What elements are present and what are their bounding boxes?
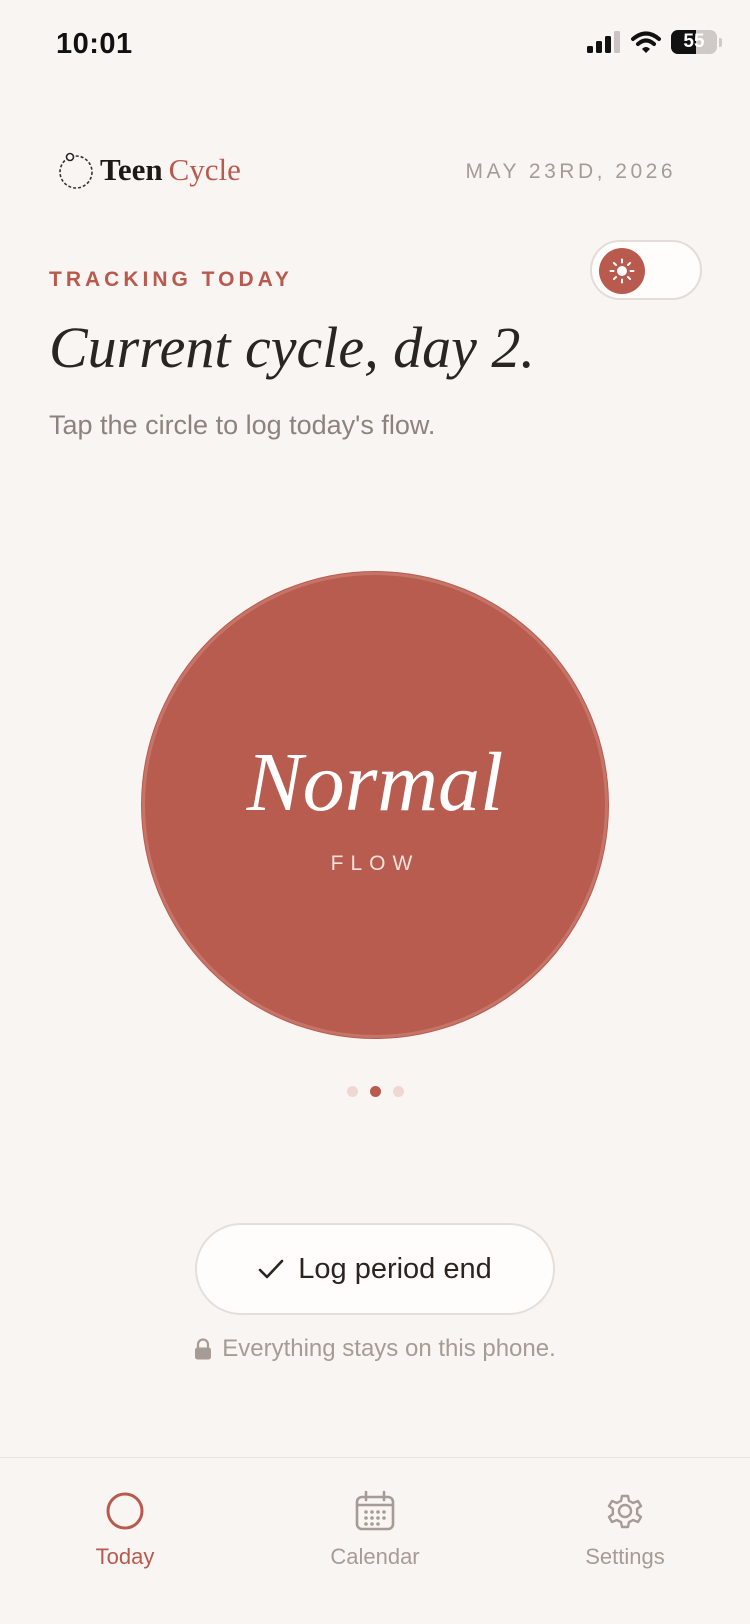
pager-dot[interactable] bbox=[392, 1086, 404, 1097]
flow-level: Normal bbox=[246, 736, 504, 829]
page-title: Current cycle, day 2. bbox=[49, 315, 535, 380]
wifi-icon bbox=[631, 31, 661, 53]
tab-calendar[interactable]: Calendar bbox=[295, 1488, 455, 1570]
flow-label: FLOW bbox=[330, 852, 420, 875]
log-period-end-button[interactable]: Log period end bbox=[195, 1223, 555, 1315]
status-bar: 10:01 55 bbox=[0, 0, 750, 92]
pager-dot-active[interactable] bbox=[369, 1086, 381, 1097]
battery-icon: 55 bbox=[671, 30, 717, 54]
theme-toggle[interactable] bbox=[590, 240, 702, 300]
signal-icon bbox=[587, 31, 620, 53]
brand-name-primary: Teen bbox=[100, 152, 163, 187]
brand-logo: Teen Cycle bbox=[56, 150, 241, 190]
pager-dot[interactable] bbox=[346, 1086, 358, 1097]
flow-pager-dots bbox=[0, 1086, 750, 1097]
checkmark-icon bbox=[258, 1259, 284, 1279]
status-icons: 55 bbox=[587, 30, 722, 54]
log-period-end-label: Log period end bbox=[298, 1252, 492, 1285]
app-header: Teen Cycle MAY 23RD, 2026 bbox=[56, 150, 676, 194]
tab-today[interactable]: Today bbox=[45, 1488, 205, 1570]
privacy-note-text: Everything stays on this phone. bbox=[222, 1335, 556, 1362]
gear-icon bbox=[607, 1494, 643, 1529]
toggle-knob bbox=[599, 248, 645, 294]
status-time: 10:01 bbox=[56, 28, 133, 60]
circle-icon bbox=[106, 1492, 144, 1530]
lock-icon bbox=[195, 1338, 212, 1360]
sun-icon bbox=[609, 258, 635, 284]
calendar-icon bbox=[355, 1490, 395, 1531]
tab-label: Settings bbox=[585, 1544, 665, 1569]
tracking-label: TRACKING TODAY bbox=[49, 268, 293, 291]
privacy-note: Everything stays on this phone. bbox=[0, 1335, 750, 1363]
battery-level: 55 bbox=[683, 31, 705, 52]
flow-selector-circle[interactable]: Normal FLOW bbox=[142, 572, 608, 1038]
cycle-logo-icon bbox=[59, 152, 93, 189]
tab-bar: Today Calendar Settings bbox=[0, 1457, 750, 1624]
tab-label: Calendar bbox=[330, 1544, 420, 1569]
page-subtitle: Tap the circle to log today's flow. bbox=[49, 410, 436, 440]
brand-name-secondary: Cycle bbox=[168, 152, 241, 187]
tab-settings[interactable]: Settings bbox=[545, 1488, 705, 1570]
tab-label: Today bbox=[95, 1544, 155, 1569]
battery-cap bbox=[719, 37, 722, 47]
current-date: MAY 23RD, 2026 bbox=[465, 160, 676, 183]
